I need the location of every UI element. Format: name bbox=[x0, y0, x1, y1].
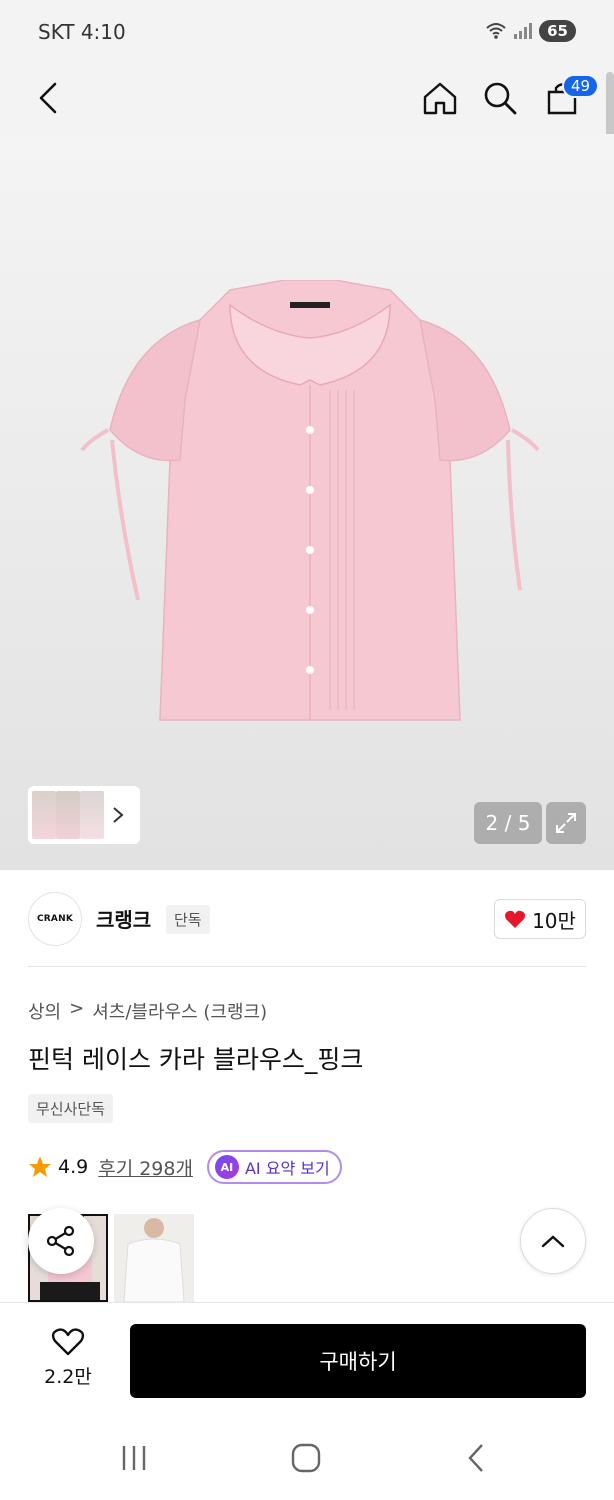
reviews-link[interactable]: 후기 298개 bbox=[98, 1154, 193, 1181]
thumbnail-3 bbox=[80, 791, 104, 839]
wishlist-count: 2.2만 bbox=[44, 1366, 92, 1388]
rating-row: 4.9 후기 298개 AI AI 요약 보기 bbox=[28, 1150, 342, 1184]
thumbnail-1 bbox=[32, 791, 56, 839]
breadcrumb-category[interactable]: 상의 bbox=[28, 998, 61, 1024]
search-button[interactable] bbox=[478, 76, 522, 120]
model-thumbnail-strip[interactable] bbox=[28, 786, 140, 844]
rating-score: 4.9 bbox=[58, 1156, 89, 1178]
product-image-gallery[interactable]: 2 / 5 bbox=[0, 134, 614, 870]
buy-button[interactable]: 구매하기 bbox=[130, 1324, 586, 1398]
breadcrumb-subcategory[interactable]: 셔츠/블라우스 (크랭크) bbox=[92, 998, 267, 1024]
signal-icon bbox=[514, 23, 533, 39]
chevron-up-icon bbox=[541, 1235, 565, 1248]
back-button[interactable] bbox=[26, 76, 70, 120]
star-icon bbox=[29, 1156, 51, 1177]
fullscreen-button[interactable] bbox=[546, 802, 586, 844]
status-time: SKT 4:10 bbox=[38, 20, 126, 44]
cart-count-badge: 49 bbox=[562, 74, 600, 98]
scroll-to-top-button[interactable] bbox=[520, 1208, 586, 1274]
image-counter: 2 / 5 bbox=[474, 802, 542, 844]
share-button[interactable] bbox=[28, 1208, 94, 1274]
breadcrumb: 상의 > 셔츠/블라우스 (크랭크) bbox=[28, 998, 267, 1024]
status-bar: SKT 4:10 65 bbox=[0, 0, 614, 64]
product-tag: 무신사단독 bbox=[28, 1094, 114, 1123]
ai-icon: AI bbox=[214, 1155, 239, 1179]
exclusive-badge: 단독 bbox=[166, 905, 210, 934]
wishlist-button[interactable]: 2.2만 bbox=[30, 1327, 106, 1389]
heart-outline-icon bbox=[51, 1328, 85, 1356]
divider bbox=[28, 966, 586, 967]
product-title: 핀턱 레이스 카라 블라우스_핑크 bbox=[28, 1045, 364, 1074]
review-photo-2[interactable] bbox=[114, 1214, 194, 1302]
brand-like-button[interactable]: 10만 bbox=[494, 899, 586, 939]
ai-summary-button[interactable]: AI AI 요약 보기 bbox=[206, 1150, 342, 1184]
brand-logo[interactable]: CRANK bbox=[28, 892, 82, 946]
expand-icon bbox=[556, 813, 576, 833]
purchase-bar: 2.2만 구매하기 bbox=[0, 1302, 614, 1414]
wifi-icon bbox=[486, 23, 506, 39]
thumbnail-2 bbox=[56, 791, 80, 839]
breadcrumb-separator: > bbox=[69, 998, 85, 1019]
system-back-button[interactable] bbox=[456, 1440, 496, 1476]
recent-apps-icon bbox=[122, 1446, 146, 1470]
brand-name[interactable]: 크랭크 bbox=[96, 904, 151, 933]
top-nav: 49 bbox=[0, 64, 614, 134]
home-circle-icon bbox=[291, 1443, 321, 1473]
heart-filled-icon bbox=[505, 910, 526, 928]
home-button[interactable] bbox=[418, 76, 462, 120]
home-system-button[interactable] bbox=[286, 1440, 326, 1476]
brand-like-count: 10만 bbox=[532, 908, 576, 933]
model-photo-image bbox=[114, 1214, 194, 1302]
chevron-left-icon bbox=[39, 82, 57, 114]
system-nav-bar bbox=[0, 1414, 614, 1500]
search-icon bbox=[484, 82, 517, 115]
status-icons: 65 bbox=[485, 20, 576, 42]
battery-indicator: 65 bbox=[539, 20, 576, 42]
share-icon bbox=[46, 1225, 75, 1257]
recent-apps-button[interactable] bbox=[114, 1440, 154, 1476]
back-arrow-icon bbox=[468, 1444, 483, 1472]
cart-button[interactable]: 49 bbox=[540, 74, 600, 120]
product-image bbox=[80, 280, 540, 721]
chevron-right-icon bbox=[113, 807, 124, 823]
home-icon bbox=[423, 82, 457, 115]
ai-summary-label: AI 요약 보기 bbox=[244, 1159, 330, 1178]
